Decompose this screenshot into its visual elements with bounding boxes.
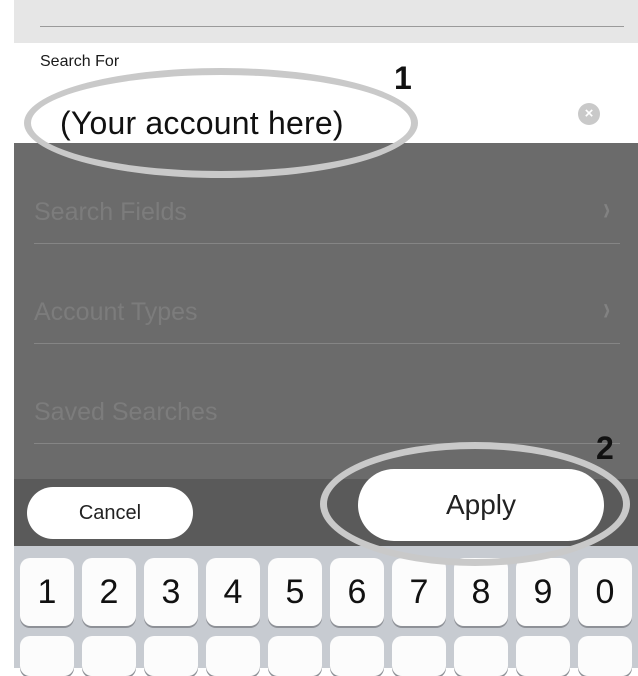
search-panel: Search For (Your account here) × [14, 43, 638, 143]
key[interactable] [144, 636, 198, 676]
key-3[interactable]: 3 [144, 558, 198, 626]
list-item-search-fields[interactable]: Search Fields › [34, 143, 620, 244]
annotation-number-2: 2 [596, 430, 614, 466]
key[interactable] [392, 636, 446, 676]
keyboard-row-numbers: 1 2 3 4 5 6 7 8 9 0 [20, 558, 632, 626]
keyboard-toolbar: Cancel Apply [14, 469, 638, 546]
key-6[interactable]: 6 [330, 558, 384, 626]
key-1[interactable]: 1 [20, 558, 74, 626]
list-item-account-types[interactable]: Account Types › [34, 243, 620, 344]
key-8[interactable]: 8 [454, 558, 508, 626]
list-item-label: Search Fields [34, 198, 187, 226]
list-item-label: Account Types [34, 298, 198, 326]
key[interactable] [330, 636, 384, 676]
key[interactable] [20, 636, 74, 676]
list-item-saved-searches[interactable]: Saved Searches [34, 343, 620, 444]
annotation-number-1: 1 [394, 60, 412, 96]
search-label: Search For [40, 53, 120, 70]
key-7[interactable]: 7 [392, 558, 446, 626]
key[interactable] [454, 636, 508, 676]
list-item-label: Saved Searches [34, 398, 218, 426]
search-input[interactable]: (Your account here) [60, 105, 344, 142]
key[interactable] [516, 636, 570, 676]
divider [40, 26, 624, 27]
apply-button[interactable]: Apply [358, 469, 604, 541]
keyboard-row-symbols [20, 636, 632, 676]
clear-icon[interactable]: × [578, 103, 600, 125]
chevron-right-icon: › [602, 290, 610, 328]
screen: Search For (Your account here) × Search … [0, 0, 638, 676]
keyboard: 1 2 3 4 5 6 7 8 9 0 [14, 546, 638, 676]
key-0[interactable]: 0 [578, 558, 632, 626]
key[interactable] [268, 636, 322, 676]
key[interactable] [578, 636, 632, 676]
key-4[interactable]: 4 [206, 558, 260, 626]
key-5[interactable]: 5 [268, 558, 322, 626]
cancel-button[interactable]: Cancel [27, 487, 193, 539]
key-9[interactable]: 9 [516, 558, 570, 626]
key-2[interactable]: 2 [82, 558, 136, 626]
filter-list: Search Fields › Account Types › Saved Se… [14, 143, 638, 479]
key[interactable] [206, 636, 260, 676]
chevron-right-icon: › [602, 190, 610, 228]
key[interactable] [82, 636, 136, 676]
header-strip [14, 0, 638, 43]
